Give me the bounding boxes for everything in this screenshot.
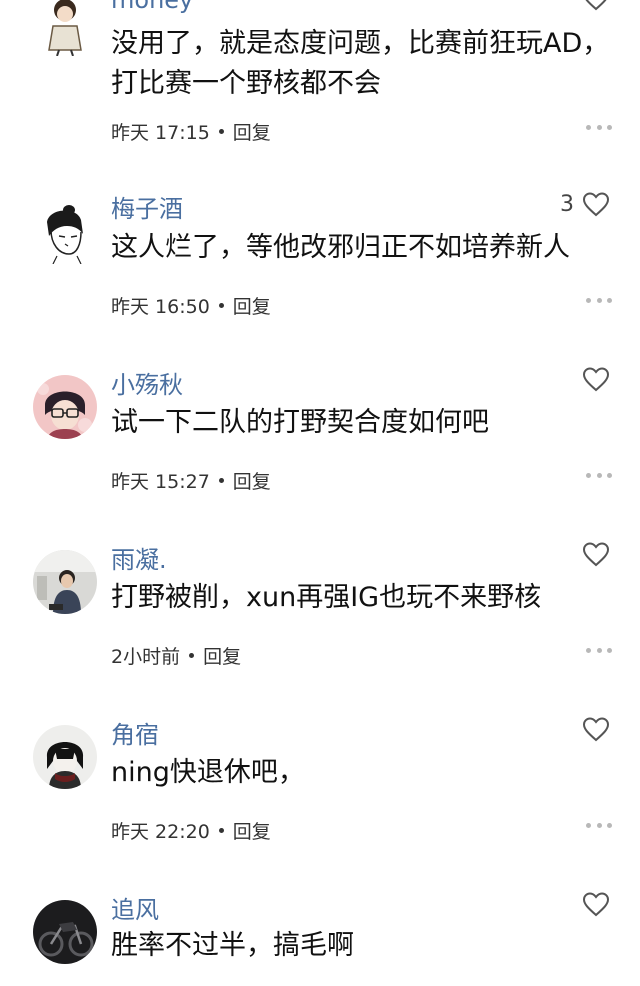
comment-text: 胜率不过半，搞毛啊 xyxy=(111,930,354,961)
separator-dot xyxy=(218,129,224,134)
comment-meta: 昨天 22:20 回复 xyxy=(111,817,271,844)
heart-icon[interactable] xyxy=(582,541,610,567)
reply-button[interactable]: 回复 xyxy=(203,642,241,669)
comment-meta: 昨天 16:50 回复 xyxy=(111,292,271,319)
comment-time: 昨天 16:50 xyxy=(111,296,210,318)
heart-icon[interactable] xyxy=(582,716,610,742)
avatar[interactable] xyxy=(33,0,97,56)
like-control[interactable] xyxy=(574,365,610,393)
comment-item: money 没用了，就是态度问题，比赛前狂玩AD，打比赛一个野核都不会 昨天 1… xyxy=(0,0,640,170)
reply-button[interactable]: 回复 xyxy=(233,467,271,494)
reply-button[interactable]: 回复 xyxy=(233,292,271,319)
comment-time: 昨天 15:27 xyxy=(111,471,210,493)
more-options-icon[interactable] xyxy=(586,471,612,479)
comment-time: 昨天 22:20 xyxy=(111,821,210,843)
separator-dot xyxy=(218,828,224,833)
heart-icon[interactable] xyxy=(582,191,610,217)
avatar[interactable] xyxy=(33,550,97,614)
like-control[interactable]: 3 xyxy=(560,190,610,218)
separator-dot xyxy=(218,303,224,308)
comment-meta: 昨天 17:15 回复 xyxy=(111,118,271,145)
heart-icon[interactable] xyxy=(582,0,610,11)
comment-username[interactable]: 追风 xyxy=(111,890,159,925)
heart-icon[interactable] xyxy=(582,366,610,392)
more-options-icon[interactable] xyxy=(586,123,612,131)
comment-username[interactable]: 雨凝. xyxy=(111,540,167,575)
comment-item: 角宿 ning快退休吧， 昨天 22:20 回复 xyxy=(0,695,640,870)
like-control[interactable] xyxy=(574,0,610,12)
comment-item: 梅子酒 3 这人烂了，等他改邪归正不如培养新人 昨天 16:50 回复 xyxy=(0,170,640,345)
avatar[interactable] xyxy=(33,725,97,789)
like-control[interactable] xyxy=(574,540,610,568)
more-options-icon[interactable] xyxy=(586,821,612,829)
more-options-icon[interactable] xyxy=(586,646,612,654)
comment-item: 小殇秋 试一下二队的打野契合度如何吧 昨天 15:27 回复 xyxy=(0,345,640,520)
reply-button[interactable]: 回复 xyxy=(233,817,271,844)
avatar[interactable] xyxy=(33,200,97,264)
heart-icon[interactable] xyxy=(582,891,610,917)
comment-username[interactable]: 梅子酒 xyxy=(111,189,183,224)
avatar[interactable] xyxy=(33,375,97,439)
like-control[interactable] xyxy=(574,715,610,743)
comment-time: 昨天 17:15 xyxy=(111,122,210,144)
comment-meta: 2小时前 回复 xyxy=(111,642,241,669)
more-options-icon[interactable] xyxy=(586,296,612,304)
comment-text: 打野被削，xun再强IG也玩不来野核 xyxy=(111,582,542,613)
comment-time: 2小时前 xyxy=(111,646,181,668)
comment-username[interactable]: 角宿 xyxy=(111,715,159,750)
reply-button[interactable]: 回复 xyxy=(233,118,271,145)
comment-text: 这人烂了，等他改邪归正不如培养新人 xyxy=(111,232,570,263)
separator-dot xyxy=(189,653,195,658)
comment-text: 试一下二队的打野契合度如何吧 xyxy=(111,407,489,438)
comment-meta: 昨天 15:27 回复 xyxy=(111,467,271,494)
like-control[interactable] xyxy=(574,890,610,918)
comment-username[interactable]: 小殇秋 xyxy=(111,365,183,400)
avatar[interactable] xyxy=(33,900,97,964)
separator-dot xyxy=(218,478,224,483)
comment-username[interactable]: money xyxy=(111,0,193,14)
comment-item: 追风 胜率不过半，搞毛啊 xyxy=(0,870,640,986)
comment-text: 没用了，就是态度问题，比赛前狂玩AD，打比赛一个野核都不会 xyxy=(111,28,610,99)
comment-item: 雨凝. 打野被削，xun再强IG也玩不来野核 2小时前 回复 xyxy=(0,520,640,695)
like-count: 3 xyxy=(560,191,574,217)
comment-text: ning快退休吧， xyxy=(111,757,305,788)
